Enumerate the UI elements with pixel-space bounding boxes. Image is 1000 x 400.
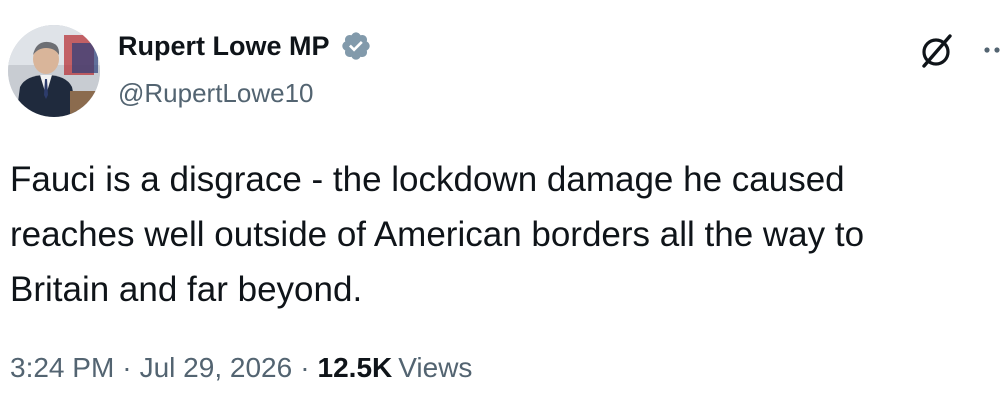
avatar-image xyxy=(8,25,100,117)
author-name-row[interactable]: Rupert Lowe MP xyxy=(118,26,372,66)
tweet-time[interactable]: 3:24 PM xyxy=(10,352,114,384)
grok-icon[interactable] xyxy=(914,28,960,74)
meta-separator-2: · xyxy=(300,352,310,383)
meta-separator: · xyxy=(122,352,132,383)
tweet-meta: 3:24 PM · Jul 29, 2026 · 12.5K Views xyxy=(10,352,472,384)
author-handle[interactable]: @RupertLowe10 xyxy=(118,78,314,109)
more-options-icon[interactable] xyxy=(982,38,1000,62)
tweet-date[interactable]: Jul 29, 2026 xyxy=(140,352,293,384)
display-name[interactable]: Rupert Lowe MP xyxy=(118,31,330,62)
tweet-text: Fauci is a disgrace - the lockdown damag… xyxy=(10,160,865,309)
avatar[interactable] xyxy=(8,25,100,117)
tweet-card: Rupert Lowe MP @RupertLowe10 Fauci is a … xyxy=(0,0,1000,400)
views-label[interactable]: Views xyxy=(398,352,472,384)
verified-badge-icon[interactable] xyxy=(340,30,372,62)
views-count[interactable]: 12.5K xyxy=(318,352,393,384)
